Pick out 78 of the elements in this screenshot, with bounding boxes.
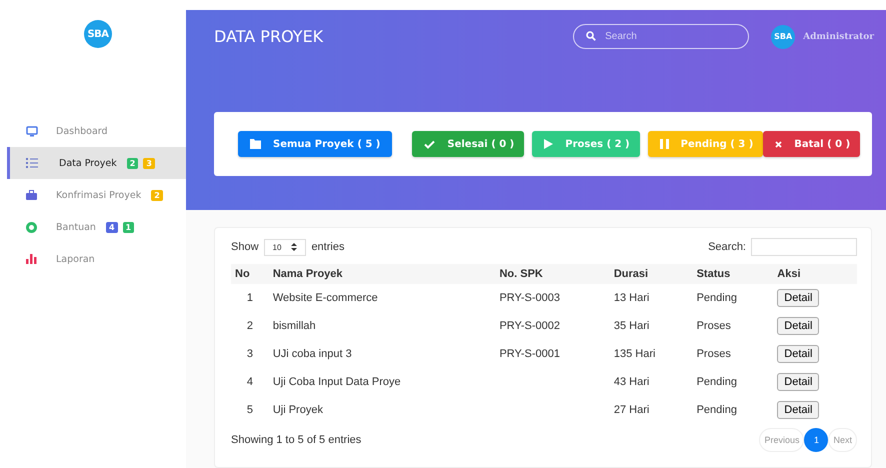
- table-cell-text: Proses: [696, 319, 732, 334]
- table-cell-text: UJi coba input 3: [272, 347, 353, 362]
- entries-select[interactable]: 10: [264, 238, 306, 256]
- table-cell: PRY-S-0003: [499, 292, 560, 304]
- detail-button[interactable]: Detail: [777, 373, 820, 391]
- column-header[interactable]: No. SPK: [495, 264, 610, 284]
- table-cell: PRY-S-0001: [499, 348, 560, 360]
- table-cell-text: 27 Hari: [612, 403, 650, 418]
- sidebar-item[interactable]: Bantuan 4 1: [7, 211, 186, 243]
- table-cell: Website E-commerce: [268, 284, 496, 312]
- sidebar-label: Bantuan: [56, 222, 96, 232]
- table-cell: 13 Hari: [610, 284, 693, 312]
- count-badge: 1: [122, 222, 134, 232]
- count-badge: 3: [143, 158, 155, 168]
- table-cell-text: Uji Coba Input Data Proye: [272, 375, 402, 390]
- user-name[interactable]: Administrator: [803, 32, 874, 42]
- column-header[interactable]: Status: [692, 264, 774, 284]
- monitor-icon: [26, 126, 38, 136]
- briefcase-icon: [26, 190, 37, 200]
- table-cell-text: Proses: [696, 347, 732, 362]
- filter-button[interactable]: Semua Proyek ( 5 ): [238, 131, 392, 157]
- column-header[interactable]: Aksi: [773, 264, 857, 284]
- sidebar-label: Laporan: [56, 254, 95, 264]
- table-cell-text: 4: [246, 375, 254, 390]
- search-icon: [586, 31, 596, 41]
- play-icon: [544, 139, 554, 149]
- logo: SBA: [84, 20, 112, 48]
- filter-button[interactable]: Selesai ( 0 ): [412, 131, 524, 157]
- column-header[interactable]: No: [231, 264, 269, 284]
- table-search-field[interactable]: [751, 238, 857, 256]
- pause-icon: [660, 139, 669, 149]
- table-cell: Pending: [692, 284, 774, 312]
- sidebar-item[interactable]: Data Proyek 2 3: [7, 147, 186, 179]
- table-cell-text: bismillah: [272, 319, 317, 334]
- detail-button[interactable]: Detail: [777, 289, 820, 307]
- bar-chart-icon: [26, 254, 37, 264]
- table-cell-text: 135 Hari: [612, 347, 656, 362]
- count-badge: 4: [106, 222, 118, 232]
- sidebar-label: Dashboard: [56, 126, 108, 136]
- table-cell-text: 43 Hari: [612, 375, 650, 390]
- list-icon: [26, 158, 38, 168]
- count-badge: 2: [151, 190, 163, 200]
- table-cell-text: Pending: [696, 403, 738, 418]
- detail-button[interactable]: Detail: [777, 317, 820, 335]
- table-cell: 1: [231, 284, 269, 312]
- check-icon: [424, 140, 436, 148]
- column-header[interactable]: Nama Proyek: [268, 264, 496, 284]
- detail-button[interactable]: Detail: [777, 345, 820, 363]
- page-button[interactable]: 1: [804, 428, 828, 452]
- detail-button[interactable]: Detail: [777, 401, 820, 419]
- folder-icon: [250, 139, 261, 149]
- next-button[interactable]: Next: [828, 428, 857, 452]
- table-cell-text: 5: [246, 403, 254, 418]
- show-label: Show: [231, 241, 259, 253]
- sidebar-item[interactable]: Dashboard: [7, 115, 186, 147]
- table-cell-text: Pending: [696, 375, 738, 390]
- sort-caret-icon: [291, 243, 298, 251]
- table-info: Showing 1 to 5 of 5 entries: [231, 434, 362, 446]
- table-cell-text: 35 Hari: [612, 319, 650, 334]
- avatar[interactable]: SBA: [771, 24, 796, 48]
- table-cell: PRY-S-0002: [499, 320, 560, 332]
- lifebuoy-icon: [26, 222, 37, 232]
- search-field[interactable]: Search: [573, 24, 750, 49]
- sidebar-label: Konfrimasi Proyek: [56, 190, 142, 200]
- search-label: Search:: [708, 241, 746, 253]
- previous-button[interactable]: Previous: [759, 428, 804, 452]
- table-cell-text: Uji Proyek: [272, 403, 324, 418]
- sidebar-label: Data Proyek: [59, 158, 117, 168]
- page-title: DATA PROYEK: [214, 27, 324, 46]
- table-cell-text: 3: [246, 347, 254, 362]
- filter-button[interactable]: Batal ( 0 ): [763, 131, 860, 157]
- column-header[interactable]: Durasi: [610, 264, 693, 284]
- count-badge: 2: [126, 158, 138, 168]
- close-icon: [775, 140, 782, 148]
- sidebar-item[interactable]: Laporan: [7, 243, 186, 275]
- entries-label: entries: [311, 241, 344, 253]
- table-cell-text: 2: [246, 319, 254, 334]
- sidebar-item[interactable]: Konfrimasi Proyek 2: [7, 179, 186, 211]
